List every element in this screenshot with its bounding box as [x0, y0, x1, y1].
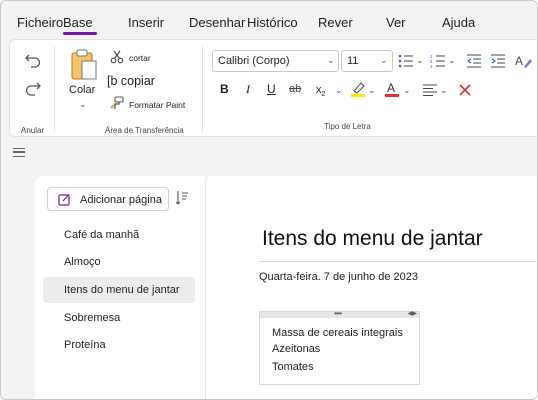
svg-text:3: 3 — [430, 64, 433, 68]
format-painter-icon[interactable] — [110, 96, 124, 110]
divider — [54, 46, 55, 132]
add-page-button[interactable]: Adicionar página — [47, 187, 169, 211]
svg-text:A: A — [515, 54, 523, 68]
font-size-select[interactable]: 11 ⌄ — [341, 50, 393, 72]
ribbon: Anular Colar ⌄ cortar [b copiar Formatar… — [9, 39, 537, 137]
paste-button[interactable]: Colar — [69, 84, 95, 96]
undo-group-label: Anular — [21, 126, 45, 135]
drag-dots-icon: •••• — [334, 309, 342, 318]
bullet-list-icon[interactable] — [398, 54, 414, 68]
italic-icon[interactable]: I — [246, 82, 250, 97]
clipboard-group-label: Área de Transferência — [105, 126, 184, 135]
cut-button[interactable]: cortar — [129, 53, 151, 63]
increase-indent-icon[interactable] — [490, 54, 506, 68]
strikethrough-icon[interactable]: ab — [289, 83, 301, 95]
redo-icon[interactable] — [24, 80, 42, 96]
underline-icon[interactable]: U — [267, 82, 276, 96]
tab-base[interactable]: Base — [63, 15, 97, 35]
chevron-down-icon[interactable]: ⌄ — [335, 85, 343, 96]
page-item-proteina[interactable]: Proteína — [43, 332, 195, 358]
align-icon[interactable] — [422, 84, 438, 96]
scissors-icon[interactable] — [110, 50, 124, 64]
title-divider — [259, 261, 537, 262]
chevron-down-icon[interactable]: ⌄ — [368, 85, 376, 96]
page-date: Quarta-feira. 7 de junho de 2023 — [259, 271, 419, 283]
copy-button[interactable]: [b copiar — [107, 74, 155, 88]
note-line[interactable]: Azeitonas — [272, 343, 320, 355]
highlight-icon[interactable] — [350, 80, 366, 98]
menu-bar: Ficheiro Base Inserir Desenhar Histórico… — [1, 1, 537, 37]
chevron-down-icon[interactable]: ⌄ — [448, 55, 456, 66]
onenote-window: Ficheiro Base Inserir Desenhar Histórico… — [0, 0, 538, 400]
note-drag-handle[interactable]: •••• ◀▶ — [260, 309, 419, 318]
tab-ver[interactable]: Ver — [386, 15, 406, 30]
chevron-down-icon[interactable]: ⌄ — [79, 99, 87, 110]
add-page-label: Adicionar página — [80, 194, 162, 206]
font-group-label: Tipo de Letra — [324, 122, 371, 131]
tab-rever[interactable]: Rever — [318, 15, 353, 30]
svg-text:A: A — [387, 81, 395, 95]
tab-desenhar[interactable]: Desenhar — [189, 15, 245, 30]
add-page-icon — [58, 194, 70, 206]
font-color-icon[interactable]: A — [384, 80, 400, 98]
subscript-icon[interactable]: x2 — [316, 84, 325, 98]
note-line[interactable]: Tomates — [272, 361, 314, 373]
page-item-cafe-da-manha[interactable]: Café da manhã — [43, 222, 195, 248]
chevron-down-icon[interactable]: ⌄ — [416, 55, 424, 66]
chevron-down-icon: ⌄ — [380, 55, 388, 65]
page-item-sobremesa[interactable]: Sobremesa — [43, 305, 195, 331]
sort-icon[interactable] — [175, 190, 189, 206]
chevron-down-icon: ⌄ — [327, 55, 335, 65]
font-name-value: Calibri (Corpo) — [218, 55, 290, 67]
styles-icon[interactable]: A — [515, 53, 533, 69]
resize-arrows-icon[interactable]: ◀▶ — [408, 310, 417, 317]
paste-icon[interactable] — [70, 48, 100, 82]
tab-historico[interactable]: Histórico — [247, 15, 298, 30]
font-name-select[interactable]: Calibri (Corpo) ⌄ — [212, 50, 339, 72]
numbered-list-icon[interactable]: 1 2 3 — [430, 54, 446, 68]
undo-icon[interactable] — [24, 52, 42, 68]
note-container[interactable]: •••• ◀▶ Massa de cereais integrais Azeit… — [259, 309, 420, 385]
chevron-down-icon[interactable]: ⌄ — [440, 85, 448, 96]
tab-ficheiro[interactable]: Ficheiro — [17, 15, 63, 30]
font-size-value: 11 — [347, 55, 359, 67]
tab-ajuda[interactable]: Ajuda — [442, 15, 475, 30]
format-painter-button[interactable]: Formatar Paint — [129, 100, 185, 110]
tab-inserir[interactable]: Inserir — [128, 15, 164, 30]
divider — [202, 46, 203, 132]
bold-icon[interactable]: B — [220, 82, 229, 96]
page-item-almoco[interactable]: Almoço — [43, 249, 195, 275]
chevron-down-icon[interactable]: ⌄ — [403, 85, 411, 96]
page-item-itens-do-menu-de-jantar[interactable]: Itens do menu de jantar — [43, 277, 195, 303]
note-line[interactable]: Massa de cereais integrais — [272, 327, 403, 339]
hamburger-menu-icon[interactable] — [13, 148, 25, 157]
page-title[interactable]: Itens do menu de jantar — [262, 227, 483, 251]
decrease-indent-icon[interactable] — [466, 54, 482, 68]
clear-formatting-icon[interactable] — [458, 83, 472, 97]
